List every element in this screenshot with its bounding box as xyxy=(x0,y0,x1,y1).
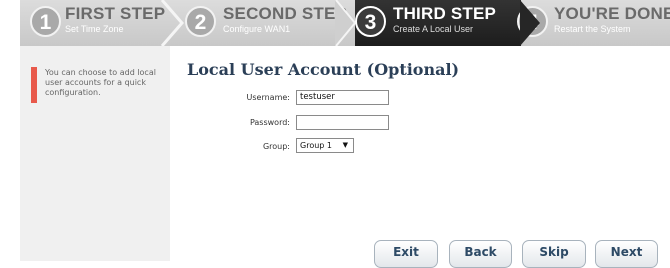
step-1-number: 1 xyxy=(30,6,61,37)
step-2-number: 2 xyxy=(185,6,216,37)
step-3-subtitle: Create A Local User xyxy=(393,24,474,34)
skip-button[interactable]: Skip xyxy=(522,240,586,268)
step-3-number: 3 xyxy=(355,6,386,37)
chevron-separator-icon xyxy=(520,0,540,46)
hint-marker xyxy=(31,67,37,103)
username-field[interactable]: testuser xyxy=(296,90,389,105)
group-label: Group: xyxy=(262,142,290,151)
step-4-subtitle: Restart the System xyxy=(554,24,631,34)
username-label: Username: xyxy=(246,93,290,102)
chevron-separator-icon xyxy=(160,0,184,46)
step-3-title: THIRD STEP xyxy=(393,4,497,23)
password-label: Password: xyxy=(249,118,290,127)
page-title: Local User Account (Optional) xyxy=(187,60,460,79)
step-2-title: SECOND STEP xyxy=(223,4,348,23)
help-sidebar: You can choose to add local user account… xyxy=(20,46,170,261)
next-button[interactable]: Next xyxy=(595,240,658,268)
group-select[interactable]: Group 1 ▼ xyxy=(296,138,354,153)
sidebar-hint-text: You can choose to add local user account… xyxy=(45,68,156,97)
chevron-separator-icon xyxy=(335,0,357,46)
back-button[interactable]: Back xyxy=(449,240,512,268)
step-2-subtitle: Configure WAN1 xyxy=(223,24,291,34)
step-1-subtitle: Set Time Zone xyxy=(65,24,124,34)
step-1-title: FIRST STEP xyxy=(65,4,166,23)
step-4-title: YOU'RE DONE xyxy=(554,4,670,23)
chevron-down-icon: ▼ xyxy=(342,141,348,149)
password-field[interactable] xyxy=(296,115,389,130)
group-select-value: Group 1 xyxy=(300,141,332,150)
wizard-step-bar: 1 FIRST STEP Set Time Zone 2 SECOND STEP… xyxy=(20,0,670,46)
main-panel: Local User Account (Optional) Username: … xyxy=(170,46,670,261)
exit-button[interactable]: Exit xyxy=(374,240,438,268)
